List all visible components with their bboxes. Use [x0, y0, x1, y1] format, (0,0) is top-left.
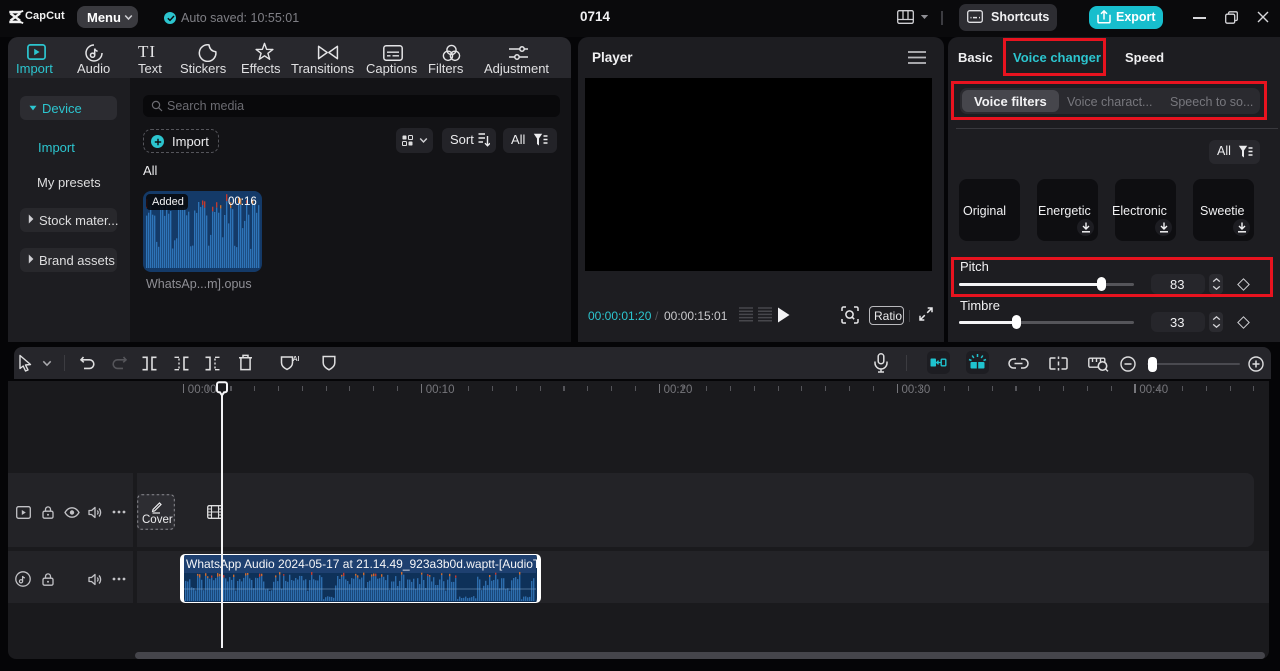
svg-text:AI: AI — [293, 356, 299, 363]
